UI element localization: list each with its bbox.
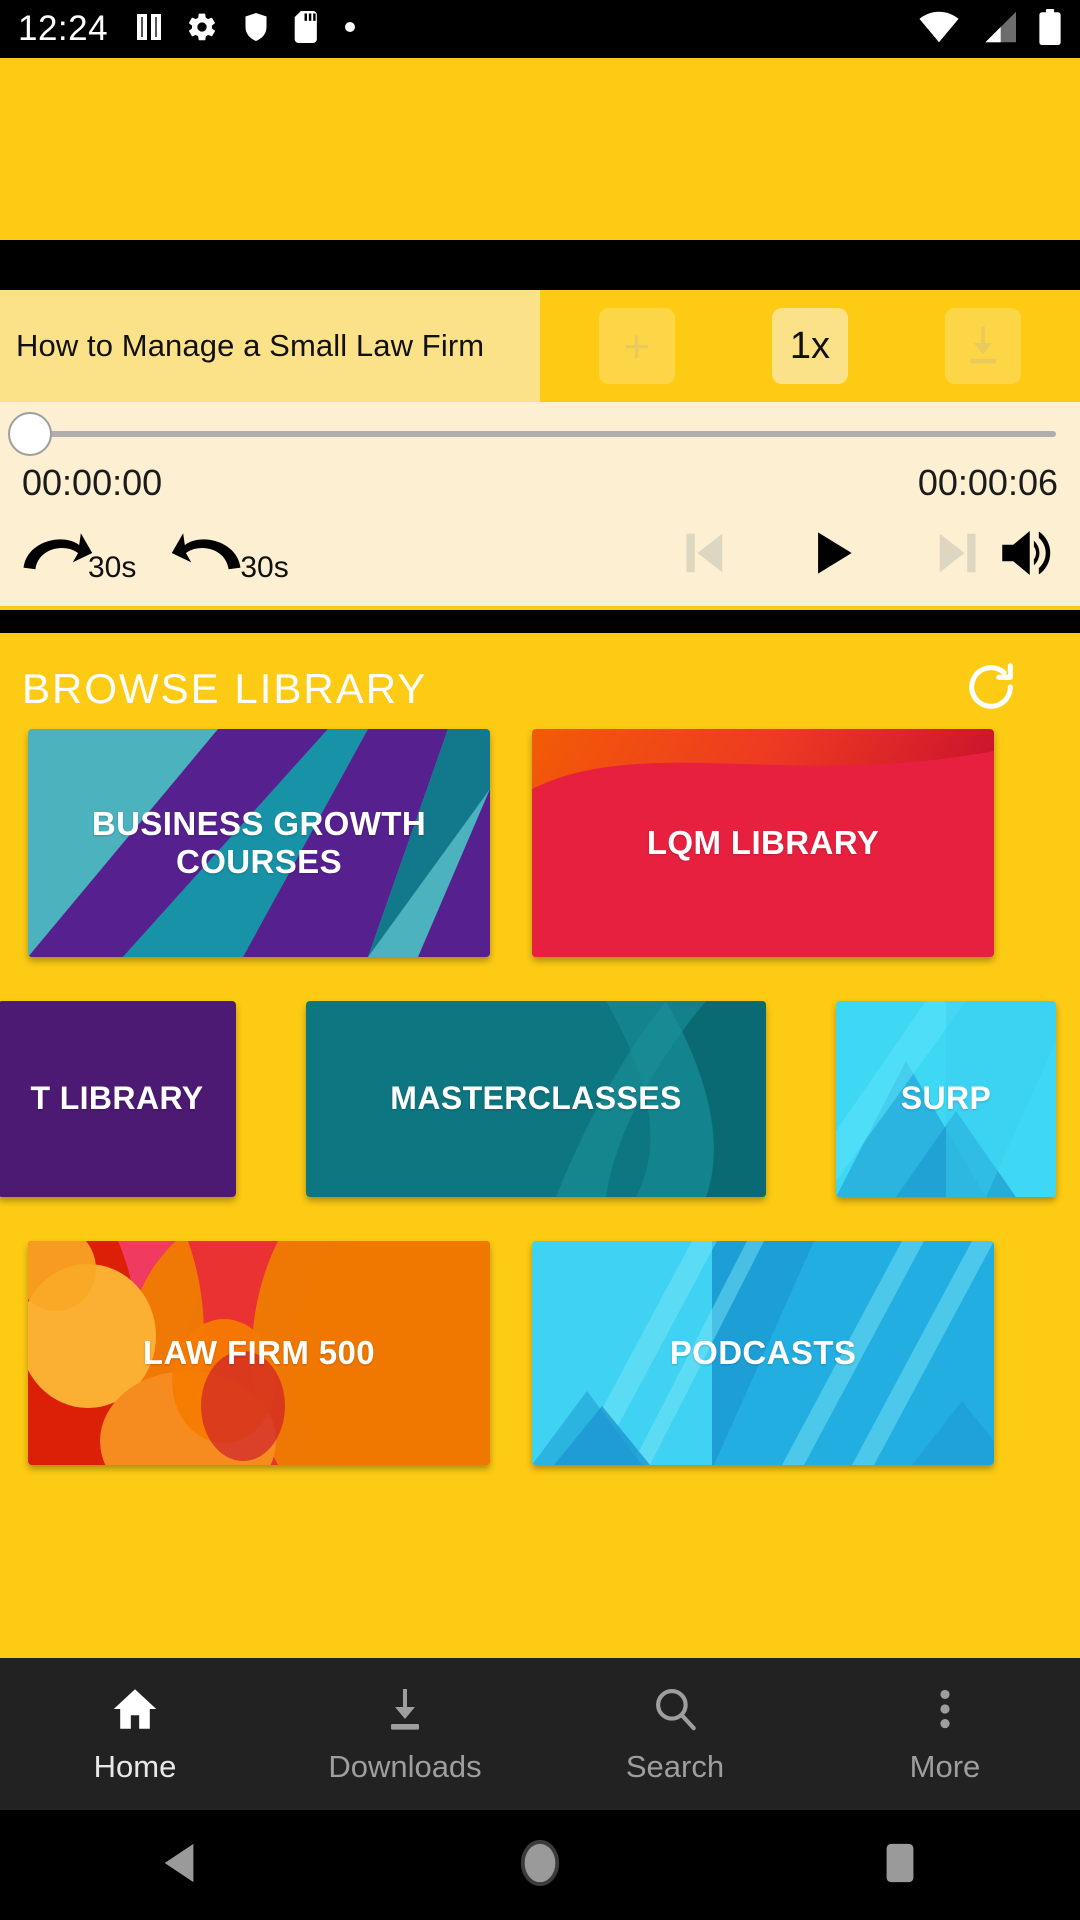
track-title: How to Manage a Small Law Firm (16, 328, 485, 364)
nav-item-label: Search (625, 1748, 725, 1784)
skip-next-icon[interactable] (926, 520, 992, 591)
rewind-30-label: 30s (240, 550, 289, 584)
download-icon (381, 1684, 429, 1739)
banner-gap (0, 240, 1080, 290)
library-tile-label: MASTERCLASSES (390, 1080, 682, 1117)
browse-library-content[interactable]: BROWSE LIBRARY BUSINESS GROWTH COURSES L… (0, 633, 1080, 1658)
library-tile-t-library[interactable]: T LIBRARY (0, 1001, 236, 1197)
library-tile-label: LQM LIBRARY (646, 823, 880, 861)
dot-icon (344, 20, 356, 38)
refresh-icon (962, 662, 1020, 720)
add-to-playlist-button[interactable]: + (598, 308, 675, 384)
seek-thumb[interactable] (8, 412, 52, 456)
gear-icon (186, 11, 218, 48)
status-bar-system-icons (918, 8, 1062, 50)
forward-30-label: 30s (88, 550, 137, 584)
library-row-3: LAW FIRM 500 PODCASTS (0, 1241, 1080, 1465)
library-tile-masterclasses[interactable]: MASTERCLASSES (306, 1001, 766, 1197)
home-icon (110, 1684, 160, 1739)
library-tile-label: T LIBRARY (30, 1080, 204, 1117)
status-bar-clock: 12:24 (18, 9, 109, 48)
player-seek-area: 00:00:00 00:00:06 30s 30s (0, 402, 1080, 606)
transport-controls (670, 520, 992, 591)
battery-icon (1038, 8, 1062, 50)
nav-item-home[interactable]: Home (0, 1658, 270, 1810)
nav-item-label: More (909, 1748, 981, 1784)
library-tile-label: SURP (900, 1080, 992, 1117)
volume-up-icon (992, 530, 1062, 590)
browse-library-header: BROWSE LIBRARY (0, 633, 1080, 729)
nav-item-downloads[interactable]: Downloads (270, 1658, 540, 1810)
library-tile-surprise[interactable]: SURP (836, 1001, 1056, 1197)
android-home-button[interactable] (360, 1838, 720, 1893)
download-button[interactable] (945, 308, 1022, 384)
download-icon (961, 322, 1005, 371)
status-bar: 12:24 (0, 0, 1080, 58)
top-banner (0, 58, 1080, 240)
sd-card-icon (294, 10, 320, 48)
player-header-row: How to Manage a Small Law Firm + 1x (0, 290, 1080, 402)
library-tile-label: BUSINESS GROWTH COURSES (91, 804, 427, 880)
playback-controls: 30s 30s (0, 510, 1080, 606)
skip-previous-icon[interactable] (670, 520, 736, 591)
forward-30-icon (18, 524, 94, 587)
playback-speed-label: 1x (789, 324, 831, 367)
library-tile-label: LAW FIRM 500 (142, 1333, 376, 1371)
library-row-1: BUSINESS GROWTH COURSES LQM LIBRARY (0, 729, 1080, 957)
wifi-icon (918, 10, 960, 49)
overflow-dots-icon (922, 1684, 968, 1739)
player-action-buttons: + 1x (540, 290, 1080, 402)
library-tile-law-firm-500[interactable]: LAW FIRM 500 (28, 1241, 490, 1465)
rewind-30-icon (170, 524, 246, 587)
library-tile-business-growth-courses[interactable]: BUSINESS GROWTH COURSES (28, 729, 490, 957)
app-screen: 12:24 How to Manage a Small Law Firm + 1… (0, 0, 1080, 1920)
total-time: 00:00:06 (917, 462, 1058, 503)
refresh-button[interactable] (962, 658, 1020, 721)
nav-item-label: Downloads (328, 1748, 482, 1784)
library-tile-podcasts[interactable]: PODCASTS (532, 1241, 994, 1465)
bottom-navigation-bar: Home Downloads Search More (0, 1658, 1080, 1810)
nav-item-search[interactable]: Search (540, 1658, 810, 1810)
cell-signal-icon (980, 10, 1018, 49)
shield-icon (242, 11, 270, 48)
seek-bar[interactable] (0, 402, 1080, 462)
nav-item-label: Home (93, 1748, 177, 1784)
plus-icon: + (623, 320, 651, 372)
android-recents-button[interactable] (720, 1840, 1080, 1891)
android-system-nav (0, 1810, 1080, 1920)
forward-30-button[interactable]: 30s (18, 524, 136, 587)
nav-item-more[interactable]: More (810, 1658, 1080, 1810)
home-circle-icon (517, 1838, 563, 1893)
library-tile-lqm-library[interactable]: LQM LIBRARY (532, 729, 994, 957)
status-bar-notification-icons (136, 10, 356, 48)
pause-bars-icon (136, 12, 162, 47)
recents-square-icon (880, 1840, 920, 1891)
back-triangle-icon (160, 1840, 200, 1891)
rewind-30-button[interactable]: 30s (170, 524, 289, 587)
time-row: 00:00:00 00:00:06 (0, 462, 1080, 510)
play-icon[interactable] (800, 520, 862, 591)
search-icon (650, 1684, 700, 1739)
mini-player: How to Manage a Small Law Firm + 1x 00:0… (0, 290, 1080, 610)
seek-track (24, 431, 1056, 437)
volume-button[interactable] (992, 520, 1062, 591)
playback-speed-button[interactable]: 1x (771, 308, 848, 384)
library-row-2[interactable]: T LIBRARY MASTERCLASSES SURP (0, 1001, 1080, 1197)
elapsed-time: 00:00:00 (22, 462, 163, 503)
track-title-panel[interactable]: How to Manage a Small Law Firm (0, 290, 540, 402)
android-back-button[interactable] (0, 1840, 360, 1891)
page-title: BROWSE LIBRARY (22, 665, 428, 712)
library-tile-label: PODCASTS (669, 1333, 857, 1371)
player-divider (0, 606, 1080, 610)
